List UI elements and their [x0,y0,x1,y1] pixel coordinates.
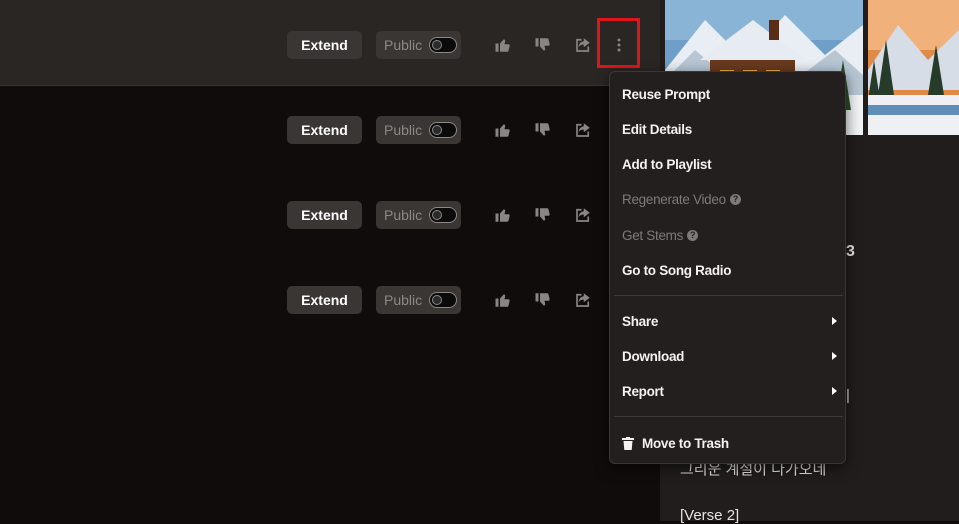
menu-item-edit-details[interactable]: Edit Details [622,114,842,144]
cover-art-image-2[interactable] [868,0,959,135]
public-toggle[interactable] [429,37,457,53]
share-icon[interactable] [573,120,593,140]
context-menu: Reuse Prompt Edit Details Add to Playlis… [609,71,846,464]
menu-item-label: Edit Details [622,121,692,137]
help-icon[interactable]: ? [729,193,741,205]
menu-item-report[interactable]: Report [622,376,842,406]
toggle-knob [432,210,442,220]
song-row[interactable]: Extend Public [0,256,660,341]
menu-item-label: Download [622,348,685,364]
trash-icon [622,436,634,450]
extend-button[interactable]: Extend [287,116,362,144]
public-label: Public [384,37,423,53]
menu-item-label: Share [622,313,659,329]
menu-item-go-to-song-radio[interactable]: Go to Song Radio [622,255,842,285]
menu-item-label: Get Stems [622,227,684,243]
help-icon[interactable]: ? [687,229,699,241]
chevron-right-icon [832,352,837,360]
menu-item-label: Regenerate Video [622,191,726,207]
public-toggle-group[interactable]: Public [376,286,461,314]
share-icon[interactable] [573,290,593,310]
extend-button[interactable]: Extend [287,31,362,59]
toggle-knob [432,125,442,135]
public-toggle[interactable] [429,292,457,308]
song-row[interactable]: Extend Public [0,86,660,171]
lyric-fragment: 3 [846,243,855,260]
thumbs-up-icon[interactable] [493,35,513,55]
verse-label: [Verse 2] [680,507,740,524]
song-list: Extend Public Extend Public Extend Publi… [0,0,660,521]
chevron-right-icon [832,387,837,395]
thumbs-down-icon[interactable] [533,120,553,140]
public-toggle[interactable] [429,207,457,223]
menu-item-get-stems: Get Stems ? [622,220,842,250]
share-icon[interactable] [573,35,593,55]
song-row[interactable]: Extend Public [0,0,660,86]
menu-item-add-to-playlist[interactable]: Add to Playlist [622,149,842,179]
menu-divider [614,416,843,417]
menu-item-label: Report [622,383,664,399]
public-toggle-group[interactable]: Public [376,116,461,144]
menu-item-label: Go to Song Radio [622,262,732,278]
thumbs-down-icon[interactable] [533,205,553,225]
thumbs-down-icon[interactable] [533,290,553,310]
menu-item-label: Reuse Prompt [622,86,710,102]
menu-item-share[interactable]: Share [622,306,842,336]
lyric-fragment: | [846,387,850,404]
thumbs-down-icon[interactable] [533,35,553,55]
menu-item-reuse-prompt[interactable]: Reuse Prompt [622,79,842,109]
extend-button[interactable]: Extend [287,286,362,314]
menu-item-regenerate-video: Regenerate Video ? [622,184,842,214]
song-row[interactable]: Extend Public [0,171,660,256]
toggle-knob [432,295,442,305]
public-label: Public [384,292,423,308]
menu-item-label: Add to Playlist [622,156,712,172]
thumbs-up-icon[interactable] [493,205,513,225]
share-icon[interactable] [573,205,593,225]
public-toggle-group[interactable]: Public [376,31,461,59]
public-label: Public [384,122,423,138]
thumbs-up-icon[interactable] [493,290,513,310]
menu-item-move-to-trash[interactable]: Move to Trash [622,428,842,458]
public-toggle-group[interactable]: Public [376,201,461,229]
thumbs-up-icon[interactable] [493,120,513,140]
menu-divider [614,295,843,296]
public-label: Public [384,207,423,223]
toggle-knob [432,40,442,50]
highlight-box [597,18,640,68]
chevron-right-icon [832,317,837,325]
extend-button[interactable]: Extend [287,201,362,229]
menu-item-download[interactable]: Download [622,341,842,371]
public-toggle[interactable] [429,122,457,138]
menu-item-label: Move to Trash [642,435,729,451]
